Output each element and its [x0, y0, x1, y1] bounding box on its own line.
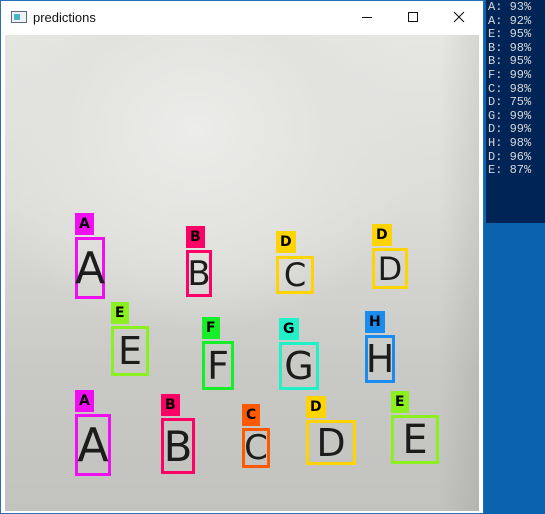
- detection-tag: A: [75, 390, 94, 412]
- detection-tag: A: [75, 213, 94, 235]
- detection-box: E: [111, 326, 149, 376]
- handwritten-letter: C: [283, 256, 307, 294]
- detection-box: A: [75, 414, 111, 476]
- detection-tag: E: [391, 391, 409, 413]
- handwritten-letter: E: [117, 329, 142, 373]
- console-line: H: 98%: [488, 135, 532, 150]
- detection-box: H: [365, 335, 395, 383]
- console-line: B: 98%: [488, 40, 532, 55]
- close-icon: [453, 11, 465, 23]
- console-line: B: 95%: [488, 54, 532, 69]
- console-line: G: 99%: [488, 108, 532, 123]
- detection-tag: H: [365, 311, 385, 333]
- title-bar[interactable]: predictions: [1, 1, 483, 33]
- console-line: D: 75%: [488, 95, 532, 110]
- minimize-icon: [362, 17, 372, 18]
- console-line: D: 99%: [488, 122, 532, 137]
- window-title: predictions: [33, 9, 96, 25]
- detection-box: G: [279, 342, 319, 390]
- handwritten-letter: A: [77, 418, 109, 472]
- console-line: C: 98%: [488, 81, 532, 96]
- maximize-icon: [408, 12, 418, 22]
- console-line: E: 87%: [488, 163, 532, 178]
- maximize-button[interactable]: [390, 1, 436, 33]
- detection-box: C: [242, 428, 270, 468]
- handwritten-letter: D: [377, 249, 403, 288]
- handwritten-letter: H: [365, 337, 395, 381]
- detection-box: D: [372, 248, 408, 289]
- close-button[interactable]: [436, 1, 482, 33]
- detection-tag: F: [202, 317, 220, 339]
- handwritten-letter: D: [316, 420, 346, 465]
- detection-box: D: [306, 420, 356, 465]
- console-line: E: 95%: [488, 27, 532, 42]
- handwritten-letter: B: [163, 421, 193, 471]
- detection-tag: C: [242, 404, 261, 426]
- detection-box: B: [161, 418, 195, 474]
- console-line: A: 93%: [488, 0, 532, 14]
- console-line: D: 96%: [488, 149, 532, 164]
- detection-box: A: [75, 237, 105, 299]
- handwritten-letter: A: [74, 242, 106, 294]
- detection-tag: B: [161, 394, 180, 416]
- detection-tag: D: [276, 231, 296, 253]
- detection-tag: G: [279, 318, 299, 340]
- console-line: A: 92%: [488, 13, 532, 28]
- console-output: A: 93% A: 92% E: 95% B: 98% B: 95% F: 99…: [486, 0, 545, 223]
- minimize-button[interactable]: [344, 1, 390, 33]
- detection-tag: D: [372, 224, 392, 246]
- detection-box: C: [276, 256, 314, 294]
- console-line: F: 99%: [488, 67, 532, 82]
- detection-box: F: [202, 341, 234, 390]
- handwritten-letter: G: [284, 344, 314, 388]
- prediction-image: A A B B D C D D E E F F G G H H A A B B …: [5, 35, 479, 511]
- detection-box: B: [186, 250, 212, 297]
- detection-box: E: [391, 415, 439, 464]
- predictions-window: predictions A A B B D C D D E E F F G G …: [0, 0, 484, 514]
- handwritten-letter: E: [402, 416, 428, 463]
- detection-tag: D: [306, 396, 326, 418]
- handwritten-letter: C: [244, 428, 268, 468]
- handwritten-letter: B: [187, 253, 211, 294]
- handwritten-letter: F: [207, 343, 229, 388]
- detection-tag: B: [186, 226, 205, 248]
- app-icon: [11, 11, 27, 23]
- detection-tag: E: [111, 302, 129, 324]
